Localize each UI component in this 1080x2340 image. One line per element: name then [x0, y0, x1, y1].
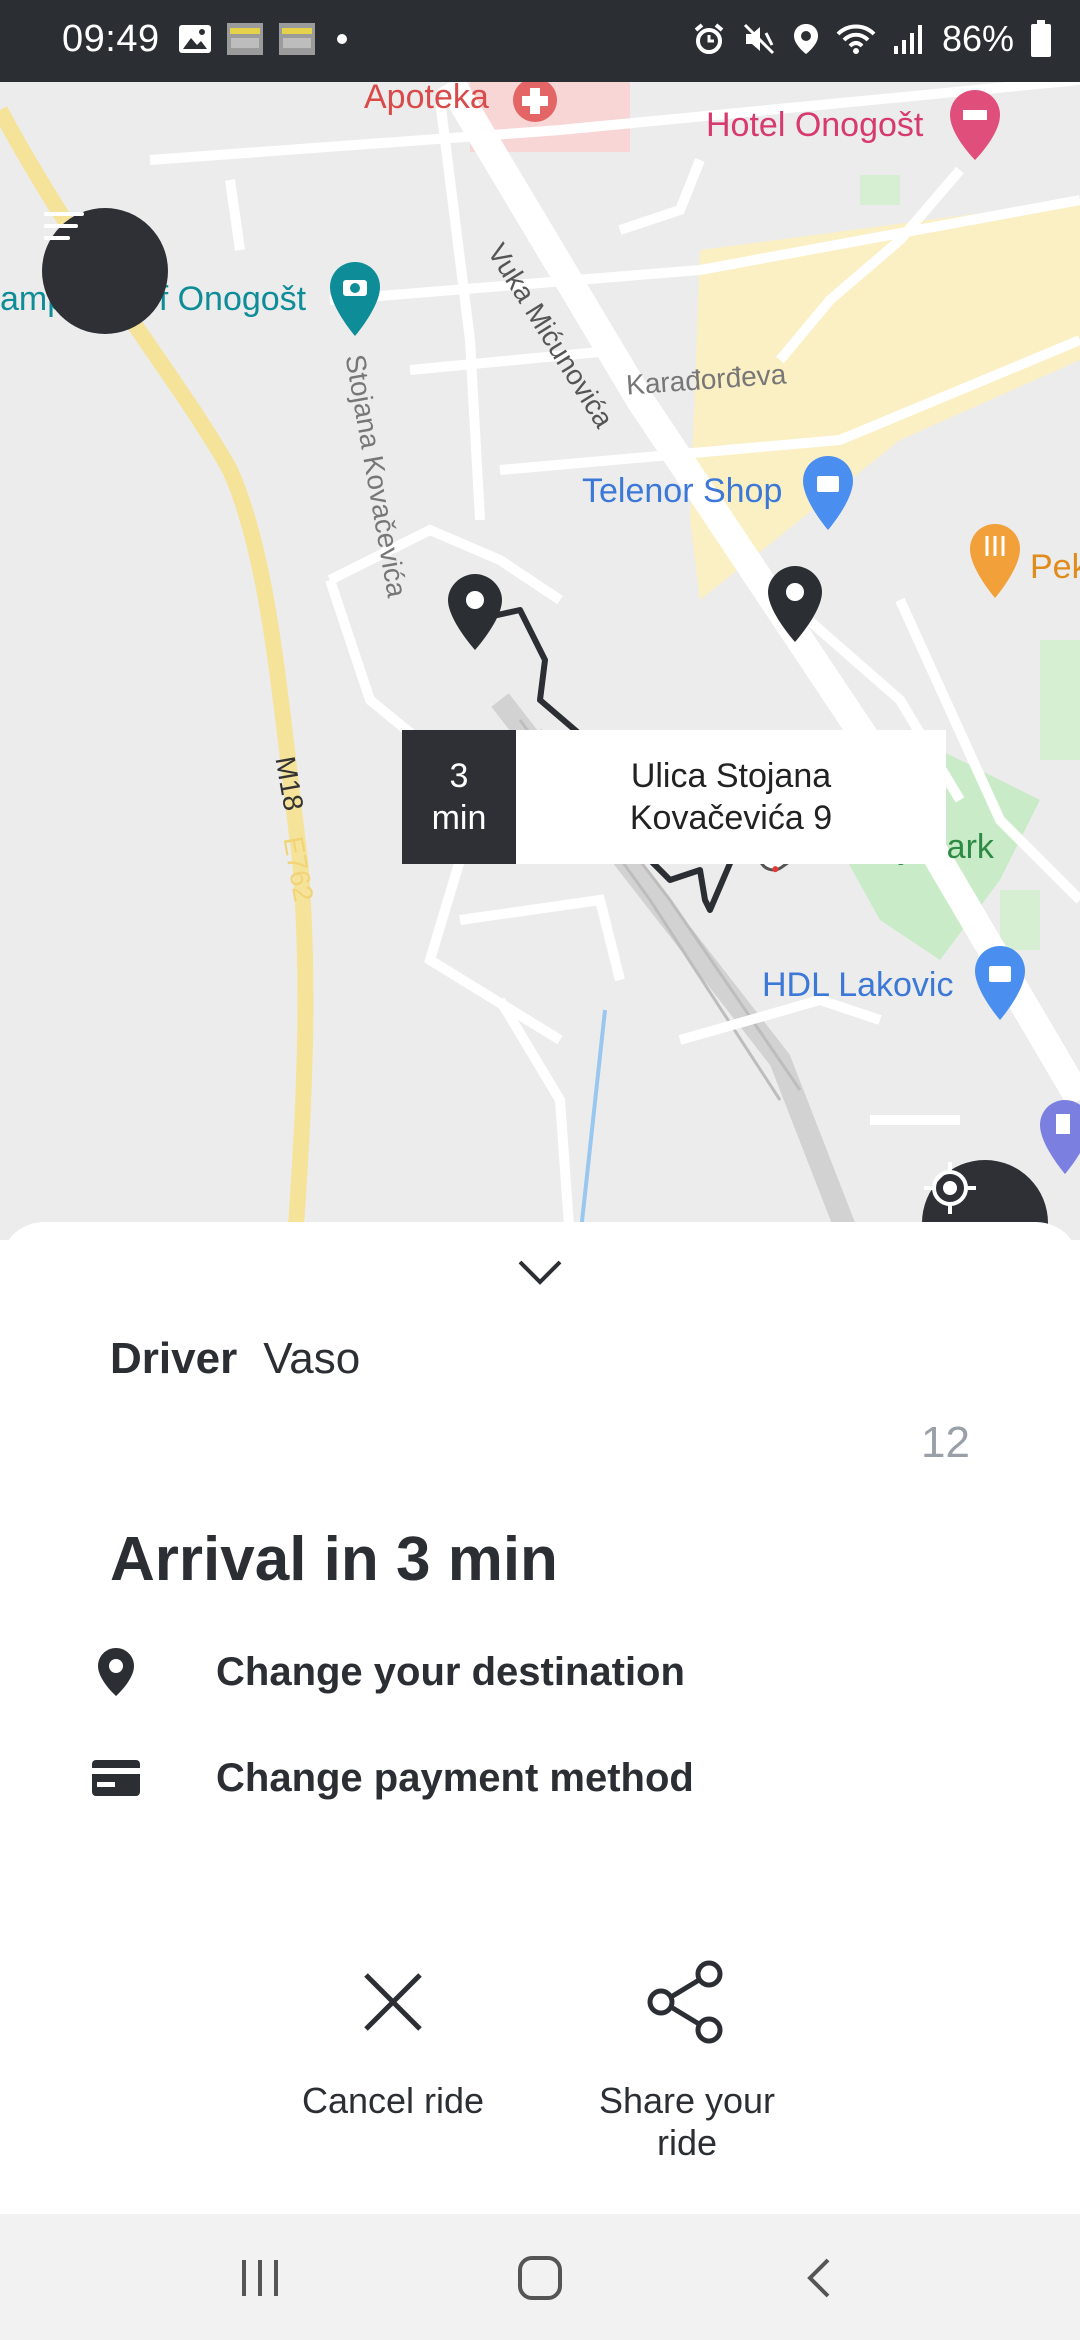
wifi-icon	[836, 24, 876, 54]
battery-percent: 86%	[941, 18, 1014, 59]
map-label-hdl: HDL Lakovic	[762, 966, 954, 1004]
dot-icon	[337, 34, 347, 44]
arrival-heading: Arrival in 3 min	[110, 1525, 558, 1594]
map-view[interactable]: Apoteka Hotel Onogošt amparts Of Onogošt…	[0, 82, 1080, 1240]
image-icon	[179, 25, 211, 53]
cancel-ride-button[interactable]: Cancel ride	[283, 1952, 503, 2122]
pickup-pin-icon	[448, 574, 502, 650]
hotel-marker-icon	[950, 90, 1000, 160]
change-destination-button[interactable]: Change your destination	[88, 1632, 988, 1712]
share-ride-label: Share your ride	[599, 2080, 775, 2164]
recents-button[interactable]	[220, 2248, 300, 2308]
location-pin-icon	[88, 1644, 144, 1700]
back-button[interactable]	[780, 2248, 860, 2308]
status-right: 86%	[692, 18, 1052, 60]
mute-icon	[743, 23, 774, 55]
map-label-apoteka: Apoteka	[364, 82, 489, 116]
recents-icon	[242, 2260, 278, 2296]
vehicle-number: 12	[921, 1418, 970, 1467]
share-ride-label-line1: Share your	[598, 2080, 776, 2121]
shop-marker-icon	[803, 456, 853, 530]
eta-value: 3	[449, 757, 469, 795]
credit-card-icon	[88, 1750, 144, 1806]
museum-marker-icon	[330, 262, 380, 336]
battery-icon	[1031, 20, 1051, 57]
cancel-ride-label: Cancel ride	[301, 2080, 485, 2121]
status-time: 09:49	[62, 18, 160, 60]
driver-label: Driver	[110, 1334, 238, 1383]
map-label-pek: Pek	[1030, 548, 1080, 586]
signal-icon	[893, 25, 922, 54]
status-bar: 09:49 86%	[0, 0, 1080, 82]
close-icon	[343, 1952, 443, 2052]
pickup-address-line2: Kovačevića 9	[629, 799, 833, 837]
pickup-address-label: Ulica Stojana Kovačevića 9	[516, 730, 946, 864]
share-icon	[637, 1952, 737, 2052]
eta-badge: 3 min	[402, 730, 516, 864]
crosshair-icon	[924, 1162, 976, 1214]
status-left-icons	[178, 22, 354, 56]
change-destination-label: Change your destination	[216, 1649, 685, 1694]
map-label-hotel: Hotel Onogošt	[706, 106, 924, 144]
alarm-icon	[694, 23, 724, 54]
menu-icon	[44, 212, 84, 240]
restaurant-marker-icon	[970, 524, 1020, 598]
menu-button[interactable]	[42, 208, 168, 334]
map-label-telenor: Telenor Shop	[582, 472, 783, 510]
chevron-down-icon	[518, 1260, 562, 1285]
share-ride-button[interactable]: Share your ride	[577, 1952, 797, 2164]
location-icon	[793, 24, 818, 54]
taxi-app-icon	[227, 23, 263, 55]
fuel-marker-icon	[1040, 1100, 1080, 1174]
system-navigation-bar	[0, 2214, 1080, 2340]
home-icon	[518, 2256, 562, 2300]
ride-details-sheet: Driver Vaso 12 Arrival in 3 min Change yo…	[0, 1222, 1080, 2214]
collapse-sheet-button[interactable]	[508, 1252, 572, 1292]
taxi-app-icon	[279, 23, 315, 55]
driver-name: Vaso	[263, 1334, 361, 1383]
change-payment-button[interactable]: Change payment method	[88, 1738, 988, 1818]
change-payment-label: Change payment method	[216, 1755, 694, 1800]
pickup-address-line1: Ulica Stojana	[630, 757, 832, 795]
home-button[interactable]	[500, 2248, 580, 2308]
driver-row: Driver Vaso	[110, 1334, 360, 1384]
eta-unit: min	[431, 799, 487, 837]
share-ride-label-line2: ride	[656, 2122, 717, 2163]
back-icon	[807, 2258, 830, 2298]
